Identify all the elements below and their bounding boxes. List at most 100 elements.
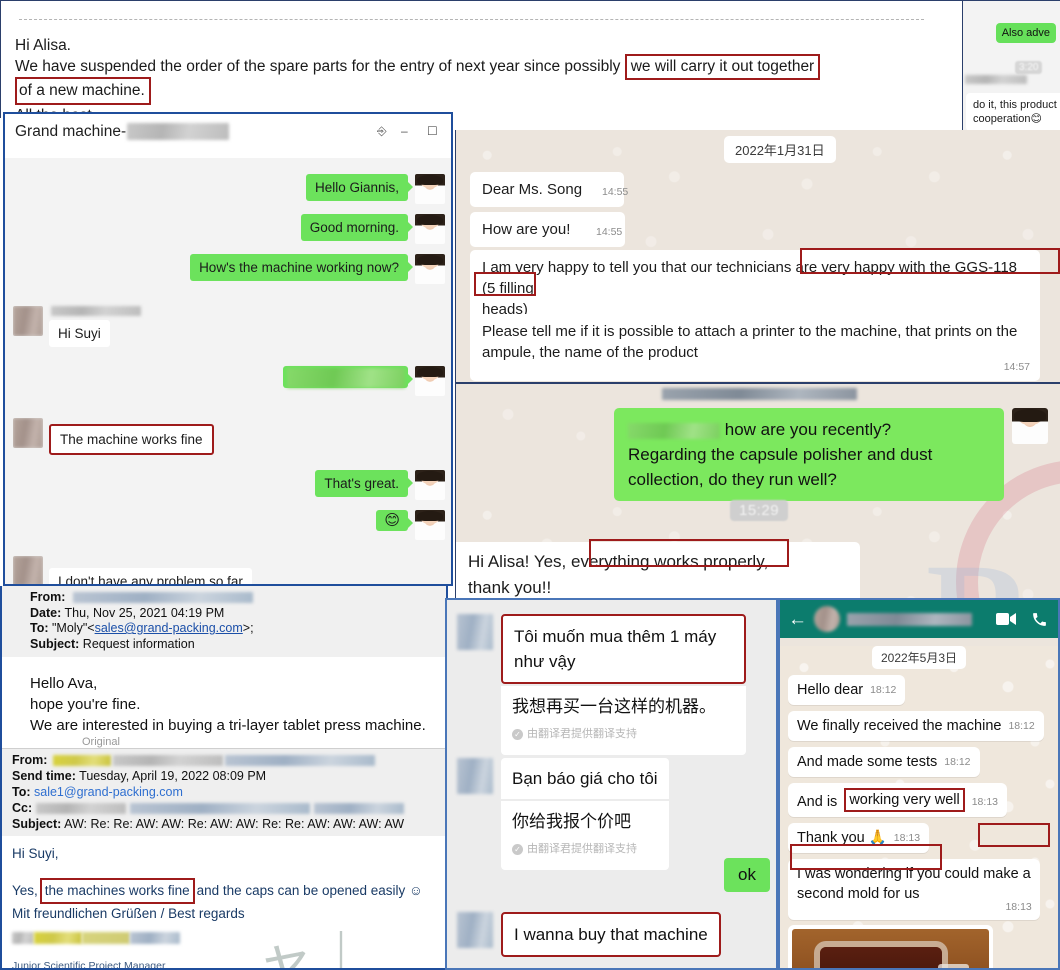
cc-row: Cc: <box>12 800 446 816</box>
signoff: Mit freundlichen Grüßen / Best regards <box>12 906 245 921</box>
translation-credit-text: 由翻译君提供翻译支持 <box>527 728 637 740</box>
message-timestamp: 14:55 <box>602 186 629 198</box>
avatar-redacted <box>457 758 493 794</box>
vial-object <box>819 947 942 968</box>
email-line-1: Hi Alisa. <box>15 37 71 54</box>
phone-icon[interactable] <box>1031 611 1048 628</box>
signature-block: Junior Scientific Project Manager R&D an… <box>2 958 446 970</box>
body-line-2: hope you're fine. <box>30 696 141 713</box>
subject-row: Subject: Request information <box>30 637 446 653</box>
maximize-button[interactable]: ☐ <box>427 124 438 138</box>
from-label: From: <box>30 590 66 604</box>
message-timestamp: 14:57 <box>1003 361 1030 373</box>
redacted-from-part1 <box>53 755 112 767</box>
sendtime-value: Tuesday, April 19, 2022 08:09 PM <box>79 769 267 783</box>
redacted-from-part2 <box>113 755 224 767</box>
message-bubble-incoming: And made some tests 18:12 <box>788 747 980 777</box>
message-text: Thank you 🙏 <box>797 830 887 846</box>
to-email-link[interactable]: sale1@grand-packing.com <box>34 785 183 799</box>
message-bubble-incoming: Thank you 🙏 18:13 <box>788 823 930 853</box>
chat-timestamp: 3:20 <box>1015 61 1043 74</box>
date-separator: 2022年1月31日 <box>724 136 836 163</box>
message-text-pre: And is <box>797 794 838 810</box>
attached-photo[interactable] <box>788 925 993 968</box>
message-bubble-incoming-highlighted: I was wondering if you could make a secon… <box>788 859 1040 920</box>
email-line-2-text: We have suspended the order of the spare… <box>15 58 625 75</box>
message-bubble-emoji: 😊 <box>376 510 413 531</box>
avatar-redacted <box>13 556 43 584</box>
minimize-button[interactable]: – <box>401 124 408 138</box>
redacted-contact-name <box>847 612 972 626</box>
message-text: I am very happy to tell you that our tec… <box>482 259 822 276</box>
message-bubble-outgoing: Hello Giannis, <box>305 174 414 201</box>
date-label: Date: <box>30 605 62 620</box>
redacted-contact-name <box>127 123 230 141</box>
avatar <box>415 254 445 284</box>
message-bubble-outgoing: how are you recently? Regarding the caps… <box>614 408 1004 501</box>
message-text-line3: collection, do they run well? <box>628 470 837 489</box>
wechat-titlebar: Grand machine- ⎆ – ☐ <box>5 114 451 158</box>
date-separator: 2022年5月3日 <box>871 646 967 669</box>
subject-row-2: Subject: AW: Re: Re: AW: AW: Re: AW: AW:… <box>12 816 446 832</box>
center-timestamp: 15:29 <box>730 500 789 521</box>
message-row: 😊 <box>376 510 445 540</box>
message-text-line2: thank you!! <box>468 578 552 597</box>
avatar <box>415 470 445 500</box>
avatar-redacted <box>13 306 43 336</box>
message-text: We finally received the machine <box>797 718 1002 734</box>
pin-icon[interactable]: ⎆ <box>377 124 387 139</box>
whatsapp-panel[interactable]: ← 2022年5月3日 Hello dear 18:12 We finally … <box>778 598 1060 970</box>
chat-bubble-incoming: do it, this product is the result of our… <box>966 93 1060 130</box>
avatar-redacted <box>13 418 43 448</box>
avatar <box>415 214 445 244</box>
back-arrow-icon[interactable]: ← <box>788 610 807 629</box>
message-row: How's the machine working now? <box>190 254 445 284</box>
message-row: That's great. <box>315 470 445 500</box>
highlight-make-a <box>978 823 1050 847</box>
redacted-sender-label <box>51 306 141 316</box>
message-bubble-incoming: Please tell me if it is possible to atta… <box>470 314 1040 381</box>
to-email-link[interactable]: sales@grand-packing.com <box>95 621 243 635</box>
message-text: Hello dear <box>797 682 864 698</box>
redacted-from-part3 <box>225 755 376 767</box>
to-row-2: To: sale1@grand-packing.com <box>12 784 446 800</box>
message-bubble-outgoing-redacted <box>283 366 413 388</box>
from-row: From: <box>30 590 446 606</box>
message-text: How are you! <box>482 221 571 238</box>
photo-content <box>792 929 989 968</box>
translation-chat-panel[interactable]: Tôi muốn mua thêm 1 máy như vậy 我想再买一台这样… <box>445 598 778 970</box>
bottom-left-email-panel: From: Date: Thu, Nov 25, 2021 04:19 PM T… <box>0 586 448 970</box>
message-timestamp: 14:55 <box>596 226 623 238</box>
message-bubble-vietnamese-highlighted: Tôi muốn mua thêm 1 máy như vậy <box>501 614 746 684</box>
cc-label: Cc: <box>12 801 33 815</box>
wechat-conversation-panel[interactable]: R nu 2022年1月31日 Dear Ms. Song 14:55 How … <box>455 130 1060 598</box>
message-bubble-outgoing: Good morning. <box>300 214 414 241</box>
greeting: Hi Suyi, <box>12 846 59 861</box>
message-row: I wanna buy that machine <box>457 912 721 957</box>
wechat-message-list[interactable]: Hello Giannis, Good morning. How's the m… <box>5 158 451 584</box>
message-timestamp: 18:12 <box>870 684 897 696</box>
message-text: Please tell me if it is possible to atta… <box>482 323 1018 361</box>
avatar <box>1012 408 1048 444</box>
highlight-carry-out-together: we will carry it out together <box>624 54 821 80</box>
subject-value: AW: Re: Re: AW: AW: Re: AW: AW: Re: Re: … <box>64 817 405 831</box>
wechat-window-grand-machine[interactable]: Grand machine- ⎆ – ☐ Hello Giannis, Good… <box>3 112 453 586</box>
message-text: And made some tests <box>797 754 938 770</box>
whatsapp-message-list[interactable]: 2022年5月3日 Hello dear 18:12 We finally re… <box>780 646 1058 968</box>
top-email-panel: Hi Alisa. We have suspended the order of… <box>0 0 963 118</box>
message-row: Good morning. <box>300 214 445 244</box>
video-camera-icon[interactable] <box>996 612 1016 626</box>
message-text-pre: Hi Alisa! Yes, <box>468 552 572 571</box>
signature-title-1: Junior Scientific Project Manager <box>12 960 166 970</box>
redacted-sig-1 <box>12 932 34 945</box>
message-bubble-translation: 你给我报个价吧 ✓ 由翻译君提供翻译支持 <box>501 801 669 870</box>
message-row: I don't have any problem so far <box>13 556 252 584</box>
message-bubble-incoming: Hi Suyi <box>49 320 110 347</box>
message-bubble-outgoing: That's great. <box>315 470 413 497</box>
to-label: To: <box>12 785 31 799</box>
message-bubble-english-highlighted: I wanna buy that machine <box>501 912 721 957</box>
sendtime-row: Send time: Tuesday, April 19, 2022 08:09… <box>12 768 446 784</box>
email-body-2: Hi Suyi, Yes, the machines works fine and … <box>2 836 446 948</box>
message-bubble-outgoing: How's the machine working now? <box>190 254 413 281</box>
body-highlight-line: Yes, the machines works fine and the caps … <box>12 878 446 904</box>
